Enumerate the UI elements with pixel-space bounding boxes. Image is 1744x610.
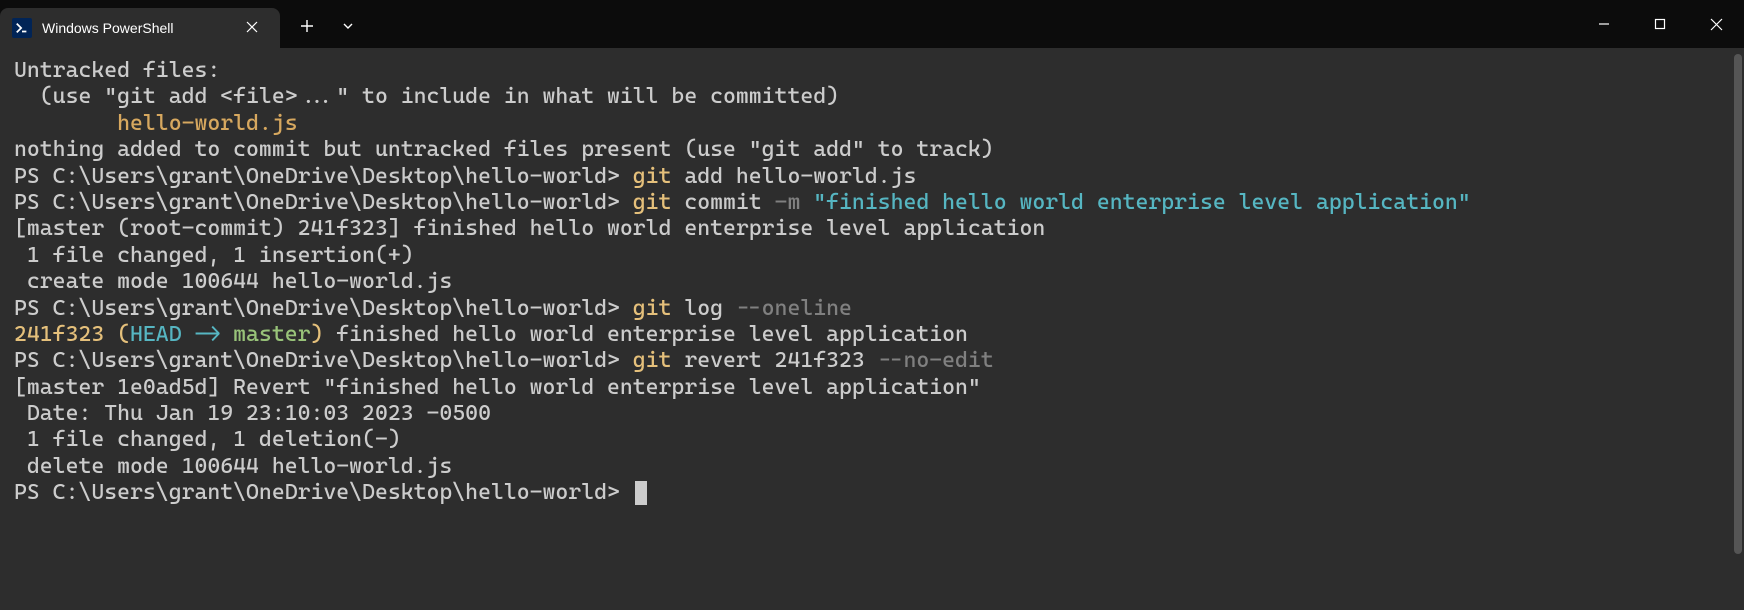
terminal-text: log bbox=[684, 296, 736, 321]
terminal-line: nothing added to commit but untracked fi… bbox=[14, 137, 1730, 163]
minimize-button[interactable] bbox=[1576, 4, 1632, 44]
titlebar: Windows PowerShell bbox=[0, 0, 1744, 48]
terminal-text: PS C:\Users\grant\OneDrive\Desktop\hello… bbox=[14, 164, 633, 189]
terminal-text: (use "git add <file>..." to include in w… bbox=[14, 84, 839, 109]
terminal-text: -m bbox=[775, 190, 814, 215]
terminal-line: 1 file changed, 1 deletion(-) bbox=[14, 427, 1730, 453]
terminal-text: PS C:\Users\grant\OneDrive\Desktop\hello… bbox=[14, 348, 633, 373]
scrollbar[interactable] bbox=[1734, 54, 1742, 554]
tab-close-button[interactable] bbox=[240, 17, 264, 40]
terminal-text bbox=[14, 111, 117, 136]
terminal-text: commit bbox=[684, 190, 774, 215]
terminal-text: 1 file changed, 1 deletion(-) bbox=[14, 427, 401, 452]
terminal-text: --no-edit bbox=[878, 348, 994, 373]
terminal-line: [master (root-commit) 241f323] finished … bbox=[14, 216, 1730, 242]
powershell-icon bbox=[12, 18, 32, 38]
terminal-text: --oneline bbox=[736, 296, 852, 321]
terminal-text: create mode 100644 hello-world.js bbox=[14, 269, 452, 294]
terminal-line: PS C:\Users\grant\OneDrive\Desktop\hello… bbox=[14, 296, 1730, 322]
window-controls bbox=[1576, 0, 1744, 48]
terminal-text: finished hello world enterprise level ap… bbox=[323, 322, 968, 347]
terminal-text: ( bbox=[117, 322, 130, 347]
terminal-text: ) bbox=[310, 322, 323, 347]
terminal-text: revert 241f323 bbox=[684, 348, 877, 373]
terminal-text: git bbox=[633, 164, 685, 189]
tab-powershell[interactable]: Windows PowerShell bbox=[0, 8, 280, 48]
new-tab-button[interactable] bbox=[288, 13, 326, 44]
terminal-line: hello-world.js bbox=[14, 111, 1730, 137]
terminal-text: Untracked files: bbox=[14, 58, 220, 83]
terminal-text: master bbox=[233, 322, 310, 347]
terminal-text: add hello-world.js bbox=[684, 164, 916, 189]
terminal-cursor bbox=[635, 481, 647, 505]
tab-title: Windows PowerShell bbox=[42, 20, 230, 36]
terminal-text: git bbox=[633, 348, 685, 373]
terminal-line: (use "git add <file>..." to include in w… bbox=[14, 84, 1730, 110]
terminal-text: HEAD -> bbox=[130, 322, 233, 347]
terminal-text: [master 1e0ad5d] Revert "finished hello … bbox=[14, 375, 981, 400]
terminal-text: 1 file changed, 1 insertion(+) bbox=[14, 243, 414, 268]
terminal-text: PS C:\Users\grant\OneDrive\Desktop\hello… bbox=[14, 296, 633, 321]
terminal-text: [master (root-commit) 241f323] finished … bbox=[14, 216, 1045, 241]
terminal-text: nothing added to commit but untracked fi… bbox=[14, 137, 994, 162]
maximize-button[interactable] bbox=[1632, 4, 1688, 44]
terminal-line: Date: Thu Jan 19 23:10:03 2023 -0500 bbox=[14, 401, 1730, 427]
terminal-line: PS C:\Users\grant\OneDrive\Desktop\hello… bbox=[14, 190, 1730, 216]
terminal-line: delete mode 100644 hello-world.js bbox=[14, 454, 1730, 480]
terminal-text: "finished hello world enterprise level a… bbox=[813, 190, 1470, 215]
terminal-text: PS C:\Users\grant\OneDrive\Desktop\hello… bbox=[14, 190, 633, 215]
tab-actions bbox=[280, 8, 366, 48]
terminal-line: 1 file changed, 1 insertion(+) bbox=[14, 243, 1730, 269]
terminal-text: git bbox=[633, 190, 685, 215]
terminal-line: PS C:\Users\grant\OneDrive\Desktop\hello… bbox=[14, 348, 1730, 374]
terminal-text: hello-world.js bbox=[117, 111, 297, 136]
terminal-line: 241f323 (HEAD -> master) finished hello … bbox=[14, 322, 1730, 348]
terminal-line: Untracked files: bbox=[14, 58, 1730, 84]
terminal-text: 241f323 bbox=[14, 322, 117, 347]
tab-dropdown-button[interactable] bbox=[330, 13, 366, 43]
close-button[interactable] bbox=[1688, 4, 1744, 44]
terminal-output[interactable]: Untracked files: (use "git add <file>...… bbox=[0, 48, 1744, 610]
terminal-text: PS C:\Users\grant\OneDrive\Desktop\hello… bbox=[14, 480, 633, 505]
terminal-text: Date: Thu Jan 19 23:10:03 2023 -0500 bbox=[14, 401, 491, 426]
tab-area: Windows PowerShell bbox=[0, 0, 366, 48]
terminal-line: [master 1e0ad5d] Revert "finished hello … bbox=[14, 375, 1730, 401]
terminal-line: PS C:\Users\grant\OneDrive\Desktop\hello… bbox=[14, 480, 1730, 506]
terminal-text: delete mode 100644 hello-world.js bbox=[14, 454, 452, 479]
terminal-line: PS C:\Users\grant\OneDrive\Desktop\hello… bbox=[14, 164, 1730, 190]
terminal-text: git bbox=[633, 296, 685, 321]
terminal-line: create mode 100644 hello-world.js bbox=[14, 269, 1730, 295]
